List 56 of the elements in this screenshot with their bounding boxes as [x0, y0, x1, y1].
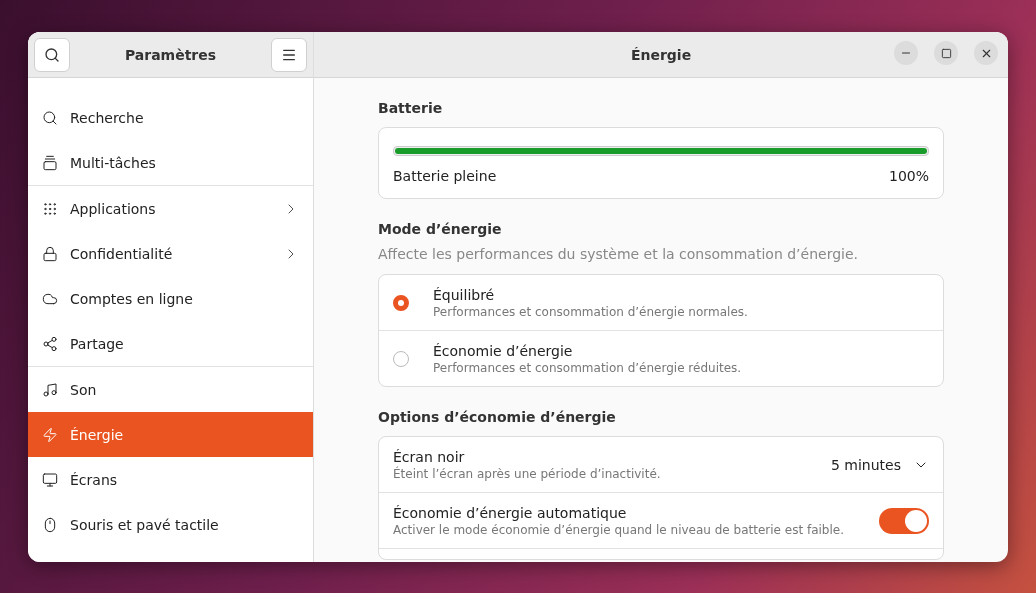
lightning-icon — [42, 426, 58, 443]
search-button[interactable] — [34, 37, 70, 72]
sidebar-item[interactable]: Partage — [28, 321, 313, 366]
sidebar-item[interactable]: Comptes en ligne — [28, 276, 313, 321]
option-title: Économie d’énergie automatique — [393, 504, 628, 521]
toggle-switch[interactable] — [879, 507, 929, 534]
sidebar-label: Son — [70, 381, 98, 398]
battery-percent: 100% — [888, 168, 929, 184]
maximize-icon — [940, 47, 952, 59]
option-subtitle: Performances et consommation d’énergie réduites. — [433, 360, 743, 375]
music-note-icon — [42, 381, 58, 398]
option-subtitle: Activer le mode économie d’énergie quand le niveau de batterie est faible. — [393, 522, 845, 537]
sidebar-item[interactable]: Son — [28, 367, 313, 412]
option-title: Économie d’énergie — [433, 342, 574, 359]
sidebar-item[interactable]: Recherche — [28, 95, 313, 140]
maximize-button[interactable] — [934, 41, 958, 65]
sidebar-item[interactable]: Écrans — [28, 457, 313, 502]
sidebar-label: Souris et pavé tactile — [70, 516, 220, 533]
sidebar-label: Applications — [70, 200, 157, 217]
search-icon — [42, 109, 58, 126]
monitor-icon — [42, 471, 58, 488]
minimize-button[interactable] — [894, 41, 918, 65]
sidebar-item[interactable]: Applications — [28, 186, 313, 231]
timeout-dropdown[interactable]: 5 minutes — [830, 456, 929, 473]
sidebar-label: Confidentialité — [70, 245, 174, 262]
section-heading: Mode d’énergie — [378, 221, 503, 237]
grid-icon — [42, 200, 58, 217]
option-subtitle: Éteint l’écran après une période d’inactivité. — [393, 466, 662, 481]
close-button[interactable] — [974, 41, 998, 65]
sidebar-label: Partage — [70, 335, 125, 352]
sidebar-item[interactable]: Multi-tâches — [28, 140, 313, 185]
menu-button[interactable] — [271, 37, 307, 72]
sidebar-title: Paramètres — [124, 46, 217, 63]
option-title: Équilibré — [433, 286, 496, 303]
mouse-icon — [42, 516, 58, 533]
section-heading: Options d’économie d’énergie — [378, 409, 617, 425]
search-icon — [44, 46, 60, 63]
lock-icon — [42, 245, 58, 262]
sidebar-item[interactable]: Énergie — [28, 412, 313, 457]
sidebar-label: Multi-tâches — [70, 154, 157, 171]
radio-button[interactable] — [393, 350, 409, 367]
radio-button[interactable] — [393, 294, 409, 311]
sidebar-item[interactable]: Confidentialité — [28, 231, 313, 276]
sidebar-label: Énergie — [70, 426, 125, 443]
windows-icon — [42, 154, 58, 171]
sidebar-label: Comptes en ligne — [70, 290, 194, 307]
section-description: Affecte les performances du système et la consommation d’énergie. — [378, 246, 859, 262]
sidebar-item[interactable]: Souris et pavé tactile — [28, 502, 313, 547]
option-subtitle: Performances et consommation d’énergie normales. — [433, 304, 749, 319]
sidebar-label: Recherche — [70, 109, 145, 126]
option-title: Écran noir — [393, 448, 466, 465]
battery-status: Batterie pleine — [393, 168, 497, 184]
section-heading: Batterie — [378, 100, 444, 116]
window-title: Énergie — [630, 46, 692, 63]
sidebar-label: Écrans — [70, 471, 119, 488]
share-icon — [42, 335, 58, 352]
